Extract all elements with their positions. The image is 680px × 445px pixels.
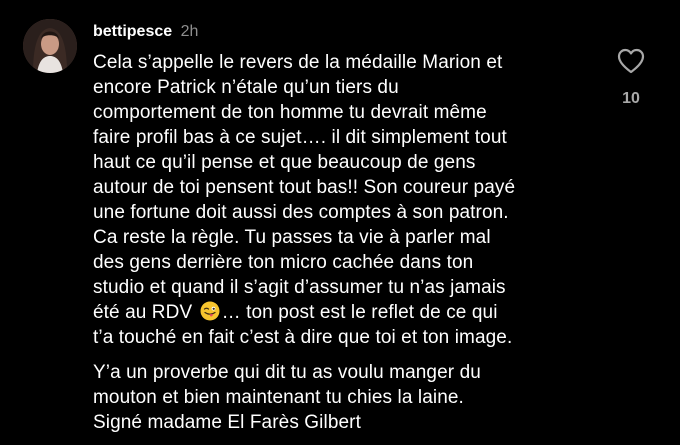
- comment-line: autour de toi pensent tout bas!! Son cou…: [93, 177, 516, 198]
- comment-line: faire profil bas à ce sujet…. il dit sim…: [93, 127, 507, 148]
- comment-line: Cela s’appelle le revers de la médaille …: [93, 52, 503, 73]
- avatar-image: [23, 19, 77, 73]
- comment-line: studio et quand il s’agit d’assumer tu n…: [93, 277, 506, 298]
- comment-line: comportement de ton homme tu devrait mêm…: [93, 102, 487, 123]
- timestamp: 2h: [180, 23, 199, 40]
- comment-line: t’a touché en fait c’est à dire que toi …: [93, 327, 513, 348]
- comment-line-segment: été au RDV: [93, 302, 193, 323]
- comment-line: encore Patrick n’étale qu’un tiers du: [93, 77, 399, 98]
- comment-line: Y’a un proverbe qui dit tu as voulu mang…: [93, 362, 481, 383]
- comment-line: des gens derrière ton micro cachée dans …: [93, 252, 474, 273]
- comment-line: une fortune doit aussi des comptes à son…: [93, 202, 509, 223]
- comment-paragraph-2: Y’a un proverbe qui dit tu as voulu mang…: [93, 360, 603, 435]
- comment-paragraph-1: Cela s’appelle le revers de la médaille …: [93, 50, 603, 350]
- like-count: 10: [622, 90, 640, 107]
- like-control: 10: [615, 48, 647, 108]
- winking-face-with-tongue-icon: [200, 301, 220, 321]
- comment-line-segment: … ton post est le reflet de ce qui: [221, 302, 498, 323]
- comment-line: Ca reste la règle. Tu passes ta vie à pa…: [93, 227, 491, 248]
- comment-line-with-emoji: été au RDV … ton post est le reflet de c…: [93, 300, 603, 325]
- comment-line: haut ce qu’il pense et que beaucoup de g…: [93, 152, 476, 173]
- comment-line: mouton et bien maintenant tu chies la la…: [93, 387, 464, 408]
- comment: bettipesce 2h Cela s’appelle le revers d…: [0, 0, 680, 433]
- comment-text: Cela s’appelle le revers de la médaille …: [93, 50, 603, 445]
- heart-outline-icon[interactable]: [617, 48, 645, 74]
- comment-line: Signé madame El Farès Gilbert: [93, 412, 361, 433]
- comment-header: bettipesce 2h: [93, 22, 198, 42]
- username[interactable]: bettipesce: [93, 23, 172, 40]
- avatar[interactable]: [23, 19, 77, 73]
